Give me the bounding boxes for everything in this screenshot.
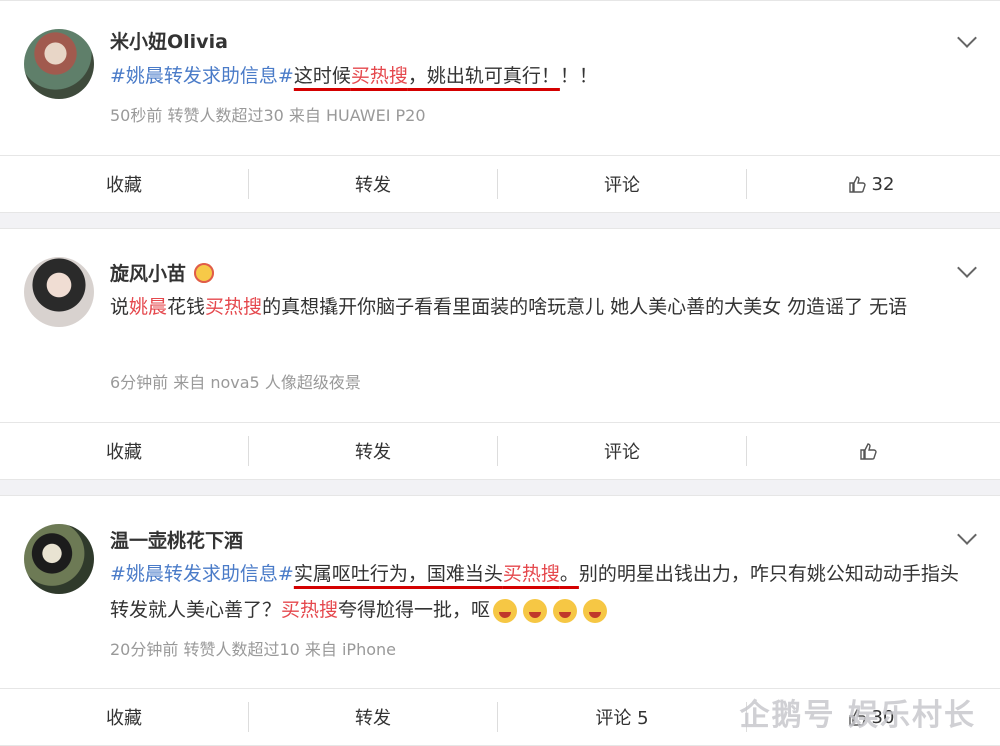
avatar[interactable] — [24, 524, 94, 594]
like-button[interactable] — [747, 423, 995, 479]
fav-button[interactable]: 收藏 — [0, 156, 248, 212]
fav-label: 收藏 — [106, 708, 142, 729]
text-segment: 。 — [559, 563, 579, 585]
text-segment: 夸得尬得一批，呕 — [338, 599, 491, 621]
text-segment: ，姚出轨可真行！ — [407, 65, 560, 87]
comment-label: 评论 5 — [595, 708, 649, 729]
post-text: #姚晨转发求助信息#实属呕吐行为，国难当头买热搜。别的明星出钱出力，咋只有姚公知… — [110, 556, 960, 628]
crown-badge-icon — [194, 262, 215, 283]
repost-button[interactable]: 转发 — [249, 156, 497, 212]
text-segment: 说 — [110, 296, 130, 318]
repost-label: 转发 — [355, 708, 391, 729]
keyword-link[interactable]: 买热搜 — [205, 296, 262, 318]
thumbs-up-icon — [848, 175, 866, 193]
action-bar: 收藏 转发 评论 — [0, 422, 1000, 480]
chevron-down-icon[interactable] — [957, 28, 977, 48]
underlined-text: 这时候买热搜，姚出轨可真行！ — [294, 65, 560, 87]
text-segment: 的真想撬开你脑子看看里面装的啥玩意儿 她人美心善的大美女 勿造谣了 无语 — [262, 296, 908, 318]
keyword-link[interactable]: 买热搜 — [503, 563, 560, 585]
repost-button[interactable]: 转发 — [249, 423, 497, 479]
action-bar: 收藏 转发 评论 32 — [0, 155, 1000, 213]
avatar[interactable] — [24, 29, 94, 99]
username-text[interactable]: 米小妞Olivia — [110, 27, 228, 54]
username-text[interactable]: 旋风小苗 — [110, 259, 186, 286]
fav-label: 收藏 — [106, 175, 142, 196]
underlined-text: 实属呕吐行为，国难当头买热搜。 — [294, 563, 579, 585]
keyword-link[interactable]: 买热搜 — [281, 599, 338, 621]
comment-button[interactable]: 评论 — [498, 423, 746, 479]
thumbs-up-icon — [859, 442, 877, 460]
text-segment: 这时候 — [293, 65, 351, 87]
topic-link[interactable]: #姚晨转发求助信息# — [110, 65, 294, 87]
post-meta: 20分钟前 转赞人数超过10 来自 iPhone — [110, 640, 396, 659]
repost-button[interactable]: 转发 — [249, 689, 497, 745]
username[interactable]: 旋风小苗 — [110, 259, 215, 286]
like-button[interactable]: 32 — [747, 156, 995, 212]
username[interactable]: 温一壶桃花下酒 — [110, 526, 243, 553]
watermark: 企鹅号 娱乐村长 — [739, 698, 976, 733]
crying-emoji-icon — [553, 598, 578, 623]
like-count: 32 — [871, 173, 895, 195]
keyword-link[interactable]: 买热搜 — [351, 65, 408, 87]
fav-button[interactable]: 收藏 — [0, 689, 248, 745]
repost-label: 转发 — [355, 442, 391, 463]
crying-emoji-icon — [523, 598, 548, 623]
topic-link[interactable]: #姚晨转发求助信息# — [110, 563, 294, 585]
post-text: 说姚晨花钱买热搜的真想撬开你脑子看看里面装的啥玩意儿 她人美心善的大美女 勿造谣… — [110, 289, 960, 325]
post-meta: 50秒前 转赞人数超过30 来自 HUAWEI P20 — [110, 106, 426, 125]
crying-emoji-icon — [583, 598, 608, 623]
avatar[interactable] — [24, 257, 94, 327]
post-card-3: 温一壶桃花下酒 #姚晨转发求助信息#实属呕吐行为，国难当头买热搜。别的明星出钱出… — [0, 495, 1000, 690]
chevron-down-icon[interactable] — [957, 525, 977, 545]
repost-label: 转发 — [355, 175, 391, 196]
comment-button[interactable]: 评论 — [498, 156, 746, 212]
post-text: #姚晨转发求助信息#这时候买热搜，姚出轨可真行！！！ — [110, 58, 960, 94]
post-meta: 6分钟前 来自 nova5 人像超级夜景 — [110, 373, 361, 392]
chevron-down-icon[interactable] — [957, 258, 977, 278]
post-card-1: 米小妞Olivia #姚晨转发求助信息#这时候买热搜，姚出轨可真行！！！ 50秒… — [0, 0, 1000, 157]
crying-emoji-icon — [493, 598, 518, 623]
text-segment: 实属呕吐行为，国难当头 — [293, 563, 503, 585]
keyword-link[interactable]: 姚晨 — [129, 296, 167, 318]
post-card-2: 旋风小苗 说姚晨花钱买热搜的真想撬开你脑子看看里面装的啥玩意儿 她人美心善的大美… — [0, 228, 1000, 424]
fav-button[interactable]: 收藏 — [0, 423, 248, 479]
comment-label: 评论 — [604, 175, 640, 196]
fav-label: 收藏 — [106, 442, 142, 463]
comment-button[interactable]: 评论 5 — [498, 689, 746, 745]
text-segment: 花钱 — [167, 296, 206, 318]
comment-label: 评论 — [604, 442, 640, 463]
username[interactable]: 米小妞Olivia — [110, 27, 228, 54]
text-segment: ！！ — [559, 65, 598, 87]
username-text[interactable]: 温一壶桃花下酒 — [110, 526, 243, 553]
